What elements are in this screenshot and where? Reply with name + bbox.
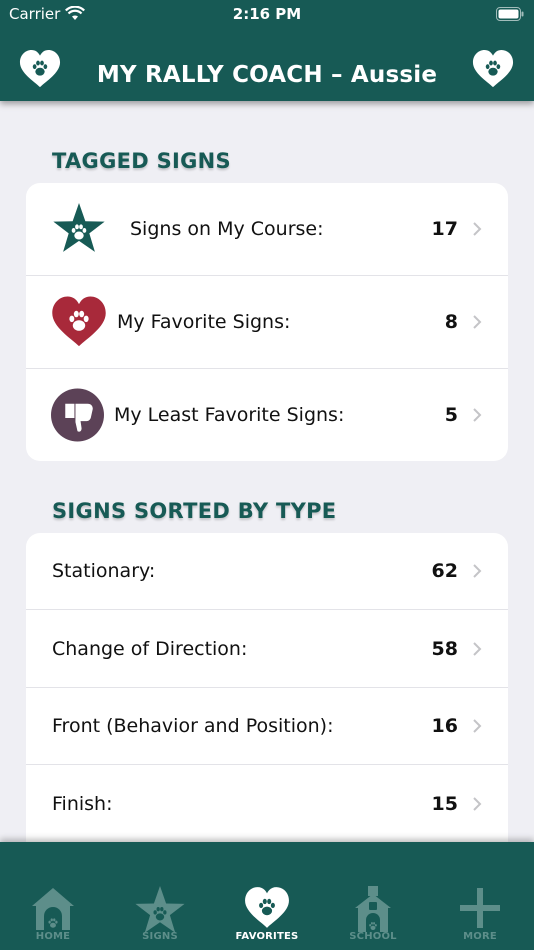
tab-label: HOME xyxy=(35,931,71,942)
battery-icon xyxy=(496,7,524,21)
row-label: Stationary: xyxy=(52,560,156,582)
tagged-signs-card: Signs on My Course: 17 My Favorite Signs… xyxy=(26,183,508,461)
tab-bar: HOME SIGNS FAVORITES SCHOOL MORE xyxy=(0,842,534,950)
tab-label: SCHOOL xyxy=(349,931,397,942)
section-title-tagged: TAGGED SIGNS xyxy=(52,149,231,173)
row-label: Finish: xyxy=(52,793,113,815)
list-item-least-favorite-signs[interactable]: My Least Favorite Signs: 5 xyxy=(26,369,508,461)
heart-paw-icon xyxy=(52,296,106,347)
tab-school[interactable]: SCHOOL xyxy=(320,842,426,950)
doghouse-icon xyxy=(32,888,74,930)
row-count: 58 xyxy=(431,637,458,660)
row-count: 8 xyxy=(444,311,458,333)
chevron-right-icon xyxy=(473,408,482,422)
tab-more[interactable]: MORE xyxy=(427,842,533,950)
tab-label: MORE xyxy=(463,931,497,942)
row-count: 15 xyxy=(431,793,458,815)
list-item-stationary[interactable]: Stationary: 62 xyxy=(26,533,508,610)
star-paw-icon xyxy=(135,886,185,933)
tab-signs[interactable]: SIGNS xyxy=(107,842,213,950)
plus-icon xyxy=(460,888,500,928)
tab-label: SIGNS xyxy=(142,931,178,942)
chevron-right-icon xyxy=(473,797,482,811)
row-label: Signs on My Course: xyxy=(130,218,324,240)
status-time: 2:16 PM xyxy=(232,5,302,23)
row-label: Front (Behavior and Position): xyxy=(52,715,334,737)
chevron-right-icon xyxy=(473,564,482,578)
status-bar: Carrier 2:16 PM xyxy=(0,0,534,30)
list-item-front[interactable]: Front (Behavior and Position): 16 xyxy=(26,688,508,765)
main-content[interactable]: TAGGED SIGNS Signs on My Course: 17 My F… xyxy=(0,101,534,842)
row-label: Change of Direction: xyxy=(52,637,248,660)
row-count: 62 xyxy=(431,560,458,582)
navigation-header: Carrier 2:16 PM MY RALLY COACH – Aussie xyxy=(0,0,534,101)
row-count: 16 xyxy=(431,715,458,737)
row-count: 5 xyxy=(444,404,458,426)
heart-paw-icon[interactable] xyxy=(19,49,61,91)
star-paw-icon xyxy=(53,202,105,252)
list-item-favorite-signs[interactable]: My Favorite Signs: 8 xyxy=(26,276,508,369)
section-title-by-type: SIGNS SORTED BY TYPE xyxy=(52,499,337,523)
list-item-change-of-direction[interactable]: Change of Direction: 58 xyxy=(26,610,508,688)
chevron-right-icon xyxy=(473,222,482,236)
signs-by-type-card: Stationary: 62 Change of Direction: 58 F… xyxy=(26,533,508,842)
list-item-course-signs[interactable]: Signs on My Course: 17 xyxy=(26,183,508,276)
chevron-right-icon xyxy=(473,315,482,329)
tab-favorites[interactable]: FAVORITES xyxy=(214,842,320,950)
heart-paw-icon xyxy=(245,887,289,928)
chevron-right-icon xyxy=(473,641,482,656)
row-count: 17 xyxy=(431,218,458,240)
heart-paw-icon[interactable] xyxy=(472,49,514,91)
tab-home[interactable]: HOME xyxy=(0,842,106,950)
row-label: My Favorite Signs: xyxy=(117,311,291,333)
row-label: My Least Favorite Signs: xyxy=(114,404,345,426)
tab-label: FAVORITES xyxy=(235,931,299,942)
list-item-finish[interactable]: Finish: 15 xyxy=(26,765,508,842)
school-icon xyxy=(355,886,391,932)
page-title: MY RALLY COACH – Aussie xyxy=(96,62,438,88)
chevron-right-icon xyxy=(473,719,482,733)
thumbs-down-icon xyxy=(51,388,104,442)
